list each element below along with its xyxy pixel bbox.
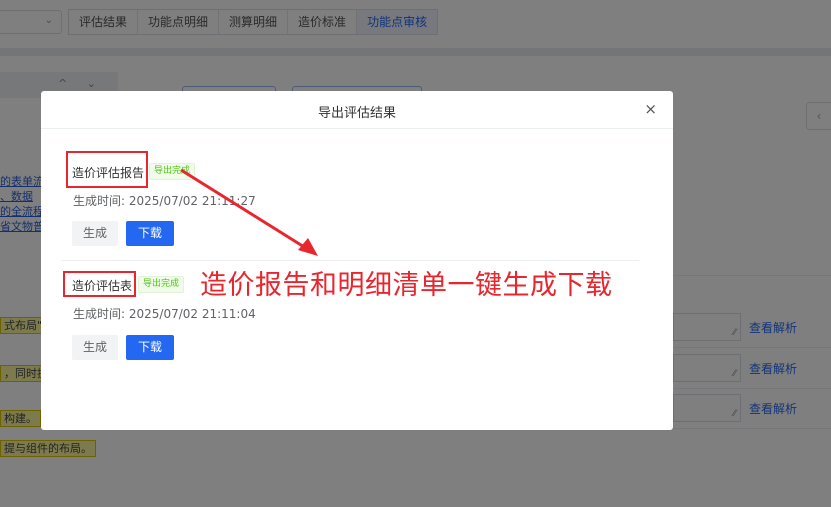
item-divider xyxy=(61,260,639,261)
status-badge: 导出完成 xyxy=(149,163,196,180)
generate-button[interactable]: 生成 xyxy=(72,335,118,360)
export-item-title: 造价评估报告 xyxy=(72,166,145,180)
generated-time: 生成时间: 2025/07/02 21:11:04 xyxy=(73,307,256,321)
download-button[interactable]: 下载 xyxy=(126,221,174,246)
export-dialog: 导出评估结果 × 造价评估报告 导出完成 生成时间: 2025/07/02 21… xyxy=(41,91,673,430)
dialog-header: 导出评估结果 × xyxy=(41,91,673,129)
close-icon[interactable]: × xyxy=(644,100,657,118)
generated-time: 生成时间: 2025/07/02 21:11:27 xyxy=(73,194,256,208)
annotation-text: 造价报告和明细清单一键生成下载 xyxy=(200,270,613,301)
download-button[interactable]: 下载 xyxy=(126,335,174,360)
status-badge: 导出完成 xyxy=(138,276,185,293)
generate-button[interactable]: 生成 xyxy=(72,221,118,246)
dialog-title: 导出评估结果 xyxy=(317,106,396,121)
export-item-title: 造价评估表 xyxy=(72,279,133,293)
